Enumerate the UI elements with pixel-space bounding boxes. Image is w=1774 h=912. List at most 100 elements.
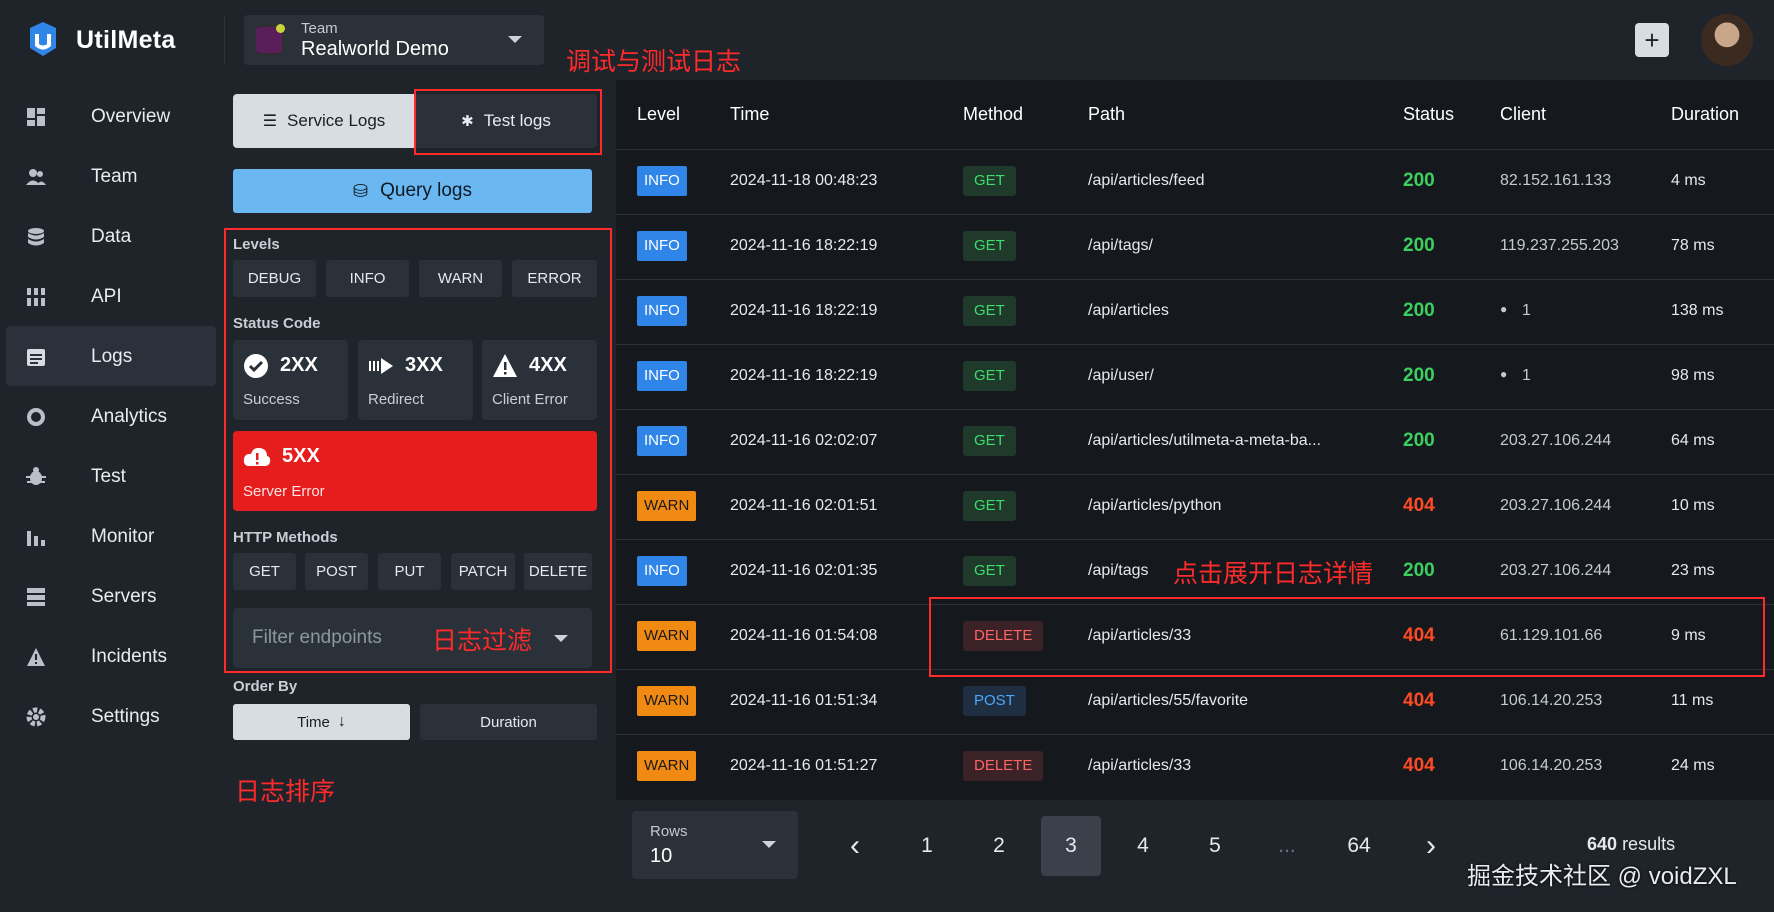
sidebar-item-servers[interactable]: Servers xyxy=(6,566,216,626)
level-badge: INFO xyxy=(637,556,687,586)
level-info-chip[interactable]: INFO xyxy=(326,260,409,297)
sidebar-item-logs[interactable]: Logs xyxy=(6,326,216,386)
sidebar-item-analytics[interactable]: Analytics xyxy=(6,386,216,446)
sidebar-item-overview[interactable]: Overview xyxy=(6,86,216,146)
annotation-expand: 点击展开日志详情 xyxy=(1173,560,1374,588)
user-avatar[interactable] xyxy=(1701,14,1753,66)
page-button-current[interactable]: 3 xyxy=(1041,816,1101,876)
method-badge: GET xyxy=(963,231,1016,261)
column-header-duration[interactable]: Duration xyxy=(1671,104,1739,125)
column-header-level[interactable]: Level xyxy=(637,104,680,125)
status-code: 4XX xyxy=(529,354,567,376)
level-error-chip[interactable]: ERROR xyxy=(512,260,597,297)
app-logo[interactable]: UtilMeta xyxy=(24,20,176,60)
column-header-client[interactable]: Client xyxy=(1500,104,1546,125)
status-4xx-card[interactable]: 4XX Client Error xyxy=(482,340,597,420)
status-3xx-card[interactable]: 3XX Redirect xyxy=(358,340,473,420)
test-logs-tab[interactable]: ✱ Test logs xyxy=(415,94,597,148)
table-row[interactable]: INFO 2024-11-18 00:48:23 GET /api/articl… xyxy=(616,149,1774,214)
sidebar-item-api[interactable]: API xyxy=(6,266,216,326)
annotation-filter: 日志过滤 xyxy=(432,627,533,655)
method-delete-chip[interactable]: DELETE xyxy=(524,553,592,590)
utilmeta-logo-icon xyxy=(30,22,56,56)
method-get-chip[interactable]: GET xyxy=(233,553,296,590)
page-button[interactable]: 5 xyxy=(1185,816,1245,876)
order-time-button[interactable]: Time ↓ xyxy=(233,704,410,740)
annotation-test-logs: 调试与测试日志 xyxy=(566,48,742,76)
service-logs-tab[interactable]: ☰ Service Logs xyxy=(233,94,415,148)
client-cell: 119.237.255.203 xyxy=(1500,237,1619,254)
table-row[interactable]: WARN 2024-11-16 01:51:34 POST /api/artic… xyxy=(616,669,1774,734)
query-logs-button[interactable]: ⛁ Query logs xyxy=(233,169,592,213)
team-selector[interactable]: Team Realworld Demo xyxy=(244,15,544,65)
order-time-label: Time xyxy=(297,713,330,731)
time-cell: 2024-11-16 01:51:34 xyxy=(730,692,878,709)
filter-endpoints-placeholder: Filter endpoints xyxy=(252,627,382,648)
method-put-chip[interactable]: PUT xyxy=(378,553,441,590)
server-icon: ☰ xyxy=(262,113,278,130)
duration-cell: 98 ms xyxy=(1671,367,1715,384)
table-row[interactable]: WARN 2024-11-16 01:54:08 DELETE /api/art… xyxy=(616,604,1774,669)
level-debug-chip[interactable]: DEBUG xyxy=(233,260,316,297)
table-row[interactable]: INFO 2024-11-16 18:22:19 GET /api/articl… xyxy=(616,279,1774,344)
bug-icon xyxy=(26,467,46,485)
method-patch-chip[interactable]: PATCH xyxy=(451,553,515,590)
sidebar-item-label: Analytics xyxy=(91,406,168,427)
client-cell: 61.129.101.66 xyxy=(1500,627,1603,644)
chevron-down-icon xyxy=(554,635,568,642)
page-button[interactable]: 4 xyxy=(1113,816,1173,876)
method-post-chip[interactable]: POST xyxy=(305,553,368,590)
table-row[interactable]: INFO 2024-11-16 02:02:07 GET /api/articl… xyxy=(616,409,1774,474)
status-2xx-card[interactable]: 2XX Success xyxy=(233,340,348,420)
status-code-title: Status Code xyxy=(233,315,321,332)
table-row[interactable]: WARN 2024-11-16 01:51:27 DELETE /api/art… xyxy=(616,734,1774,799)
time-cell: 2024-11-16 18:22:19 xyxy=(730,237,878,254)
page-button[interactable]: 2 xyxy=(969,816,1029,876)
client-cell: 1 xyxy=(1522,302,1531,319)
column-header-status[interactable]: Status xyxy=(1403,104,1454,125)
prev-page-button[interactable]: ‹ xyxy=(825,816,885,876)
sidebar-item-monitor[interactable]: Monitor xyxy=(6,506,216,566)
search-database-icon: ⛁ xyxy=(353,180,369,201)
order-duration-button[interactable]: Duration xyxy=(420,704,597,740)
filter-endpoints-select[interactable]: Filter endpoints xyxy=(233,608,592,668)
page-button[interactable]: 64 xyxy=(1329,816,1389,876)
time-cell: 2024-11-16 02:01:35 xyxy=(730,562,878,579)
sidebar-item-incidents[interactable]: Incidents xyxy=(6,626,216,686)
column-header-method[interactable]: Method xyxy=(963,104,1023,125)
add-button[interactable]: + xyxy=(1635,23,1669,57)
sidebar-item-team[interactable]: Team xyxy=(6,146,216,206)
status-5xx-card[interactable]: 5XX Server Error xyxy=(233,431,597,511)
sidebar-item-data[interactable]: Data xyxy=(6,206,216,266)
sidebar-item-test[interactable]: Test xyxy=(6,446,216,506)
next-page-button[interactable]: › xyxy=(1401,816,1461,876)
method-badge: GET xyxy=(963,166,1016,196)
level-badge: WARN xyxy=(637,751,697,781)
people-icon xyxy=(26,169,46,185)
method-badge: DELETE xyxy=(963,751,1044,781)
duration-cell: 24 ms xyxy=(1671,757,1715,774)
annotation-sort: 日志排序 xyxy=(235,778,336,806)
results-count: 640 results xyxy=(1587,834,1675,855)
arrow-down-icon: ↓ xyxy=(337,713,346,730)
rows-per-page-select[interactable]: Rows 10 xyxy=(632,811,798,879)
sidebar-item-settings[interactable]: Settings xyxy=(6,686,216,746)
dashboard-icon xyxy=(27,108,45,126)
api-icon xyxy=(26,288,46,306)
test-logs-label: Test logs xyxy=(483,111,551,130)
status-code: 5XX xyxy=(282,445,320,467)
status-cell: 200 xyxy=(1403,365,1435,386)
table-row[interactable]: WARN 2024-11-16 02:01:51 GET /api/articl… xyxy=(616,474,1774,539)
status-cell: 404 xyxy=(1403,755,1435,776)
table-row[interactable]: INFO 2024-11-16 18:22:19 GET /api/tags/ … xyxy=(616,214,1774,279)
redirect-icon xyxy=(369,358,393,374)
status-cell: 404 xyxy=(1403,495,1435,516)
column-header-time[interactable]: Time xyxy=(730,104,769,125)
table-row[interactable]: INFO 2024-11-16 18:22:19 GET /api/user/ … xyxy=(616,344,1774,409)
column-header-path[interactable]: Path xyxy=(1088,104,1125,125)
team-name: Realworld Demo xyxy=(301,38,449,60)
chevron-down-icon xyxy=(508,36,522,43)
page-button[interactable]: 1 xyxy=(897,816,957,876)
level-warn-chip[interactable]: WARN xyxy=(419,260,502,297)
path-cell: /api/tags xyxy=(1088,562,1149,579)
